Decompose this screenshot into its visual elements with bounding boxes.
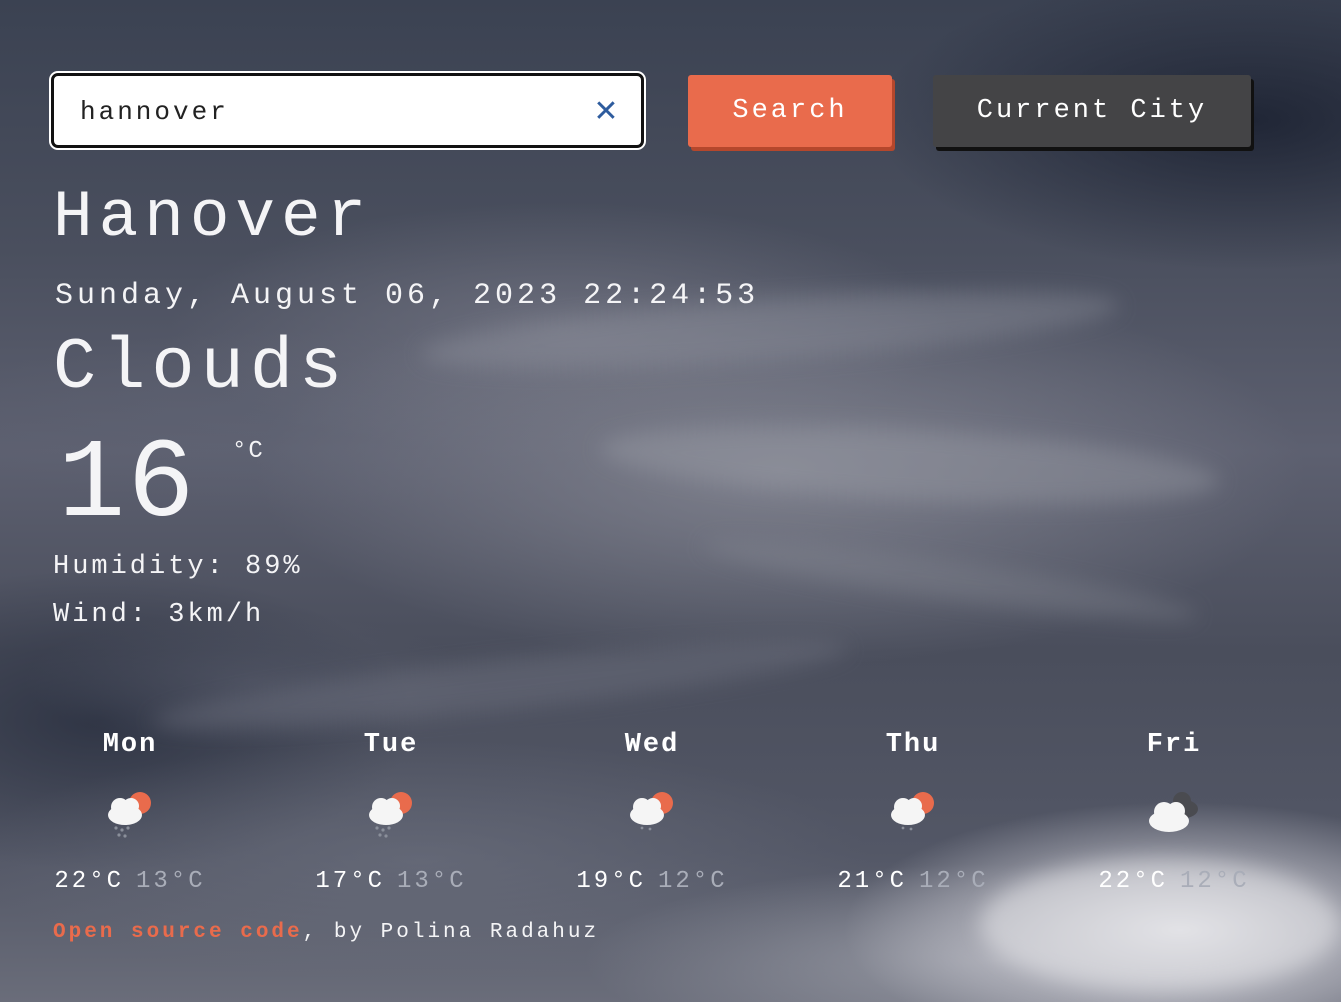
forecast-day: Mon 22°C 13°C: [30, 725, 230, 897]
forecast-min: 12°C: [919, 868, 989, 895]
forecast-day-name: Tue: [363, 730, 419, 760]
cloud-sun-icon: [891, 792, 934, 831]
forecast-day-name: Thu: [885, 730, 941, 760]
humidity: Humidity: 89%: [53, 552, 303, 582]
forecast-day-name: Fri: [1146, 730, 1202, 760]
forecast-min: 12°C: [1180, 868, 1250, 895]
forecast-max: 22°C: [54, 868, 124, 895]
wind: Wind: 3km/h: [53, 600, 265, 630]
forecast-max: 17°C: [315, 868, 385, 895]
forecast-max: 21°C: [837, 868, 907, 895]
forecast-day-name: Wed: [624, 730, 680, 760]
temperature-unit[interactable]: °C: [232, 438, 265, 465]
open-source-link[interactable]: Open source code: [53, 921, 303, 944]
forecast-min: 13°C: [136, 868, 206, 895]
search-button[interactable]: Search: [688, 75, 892, 147]
current-temperature: 16: [58, 422, 197, 549]
forecast-day: Wed 19°C 12°C: [552, 725, 752, 897]
cloud-sun-rain-icon: [369, 792, 412, 838]
forecast-min: 13°C: [397, 868, 467, 895]
search-input[interactable]: [78, 94, 562, 130]
search-box: ✕: [51, 73, 644, 148]
forecast-max: 19°C: [576, 868, 646, 895]
forecast-min: 12°C: [658, 868, 728, 895]
city-name: Hanover: [53, 180, 373, 255]
cloud-sun-icon: [630, 792, 673, 831]
forecast-day: Tue 17°C 13°C: [291, 725, 491, 897]
clear-icon[interactable]: ✕: [590, 96, 622, 128]
cloud-sun-rain-icon: [108, 792, 151, 838]
forecast-day-name: Mon: [102, 730, 158, 760]
date-time: Sunday, August 06, 2023 22:24:53: [55, 279, 760, 313]
forecast-day: Fri 22°C 12°C: [1074, 725, 1274, 897]
current-city-button[interactable]: Current City: [933, 75, 1251, 147]
forecast-max: 22°C: [1098, 868, 1168, 895]
forecast-day: Thu 21°C 12°C: [813, 725, 1013, 897]
weather-condition: Clouds: [53, 327, 349, 409]
clouds-icon: [1149, 792, 1198, 832]
footer: Open source code, by Polina Radahuz: [53, 918, 599, 948]
footer-credit: , by Polina Radahuz: [302, 921, 600, 944]
